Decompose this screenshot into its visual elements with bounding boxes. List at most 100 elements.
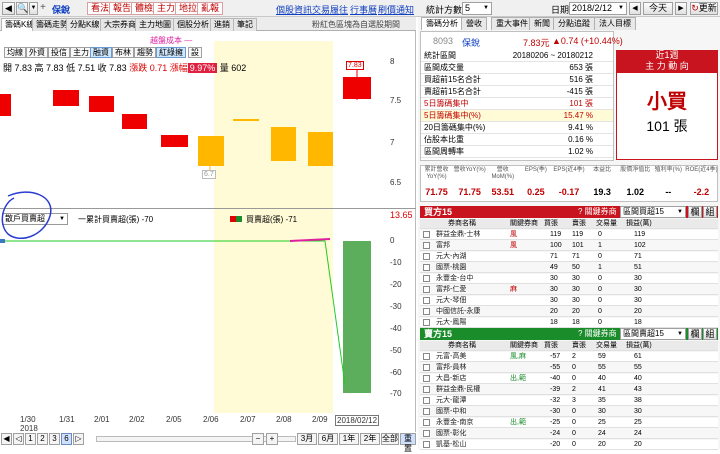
cell-value: 35 [598,397,606,404]
table-row[interactable]: 永豐金-南京 出,範 -25 0 25 25 [420,418,718,428]
row-checkbox[interactable] [423,231,430,238]
tab-block-broker[interactable]: 大宗券商 [100,18,140,31]
tab-chip-analysis[interactable]: 籌碼分析 [421,17,463,30]
today-button[interactable]: 今天 [643,2,673,15]
trend-button[interactable]: 趨勢 [134,47,156,58]
table-row[interactable]: 元大-琴佃 30 30 0 30 [420,296,718,306]
settings-button[interactable]: 設 [188,47,202,58]
table-row[interactable]: 國票-彰化 -24 0 24 24 [420,429,718,439]
page-1-button[interactable]: 1 [25,433,36,445]
tab-branch-track[interactable]: 分點追蹤 [553,17,595,30]
table-row[interactable]: 元大-龍潭 -32 3 35 38 [420,396,718,406]
tab-branch-kline[interactable]: 分點K線 [66,18,104,31]
date-tick: 2/02 [129,415,145,424]
row-checkbox[interactable] [423,297,430,304]
link-calendar[interactable]: 行事曆 [350,3,377,16]
date-select[interactable]: 2018/2/12 ▼ [569,2,627,15]
range-select[interactable]: 5 ▼ [462,2,492,15]
row-checkbox[interactable] [423,319,430,326]
link-price-alert[interactable]: 刷價通知 [378,3,414,16]
link-trade-history[interactable]: 交易履往 [312,3,348,16]
trust-button[interactable]: 投信 [48,47,70,58]
tab-main-map[interactable]: 主力地圖 [135,18,175,31]
period-2y-button[interactable]: 2年 [360,433,380,445]
broker-name: 富邦-仁愛 [436,286,467,293]
row-checkbox[interactable] [423,253,430,260]
bollinger-button[interactable]: 布林 [112,47,134,58]
row-checkbox[interactable] [423,364,430,371]
tab-stock-analysis[interactable]: 個股分析 [173,18,213,31]
period-6m-button[interactable]: 6月 [318,433,338,445]
chevron-down-icon[interactable]: ▼ [29,2,38,15]
page-6-button[interactable]: 6 [61,433,72,445]
foreign-button[interactable]: 外資 [26,47,48,58]
row-checkbox[interactable] [423,353,430,360]
table-row[interactable]: 富邦 風 100 101 1 102 [420,241,718,251]
row-checkbox[interactable] [423,408,430,415]
main-button[interactable]: 主力 [70,47,92,58]
table-row[interactable]: 富邦-仁愛 麻 30 30 0 30 [420,285,718,295]
row-checkbox[interactable] [423,441,430,448]
sell-column-button[interactable]: 欄 [688,328,702,340]
row-checkbox[interactable] [423,275,430,282]
row-checkbox[interactable] [423,308,430,315]
lower-tick: -60 [390,368,402,377]
page-3-button[interactable]: 3 [49,433,60,445]
tab-revenue[interactable]: 營收 [461,17,487,30]
cell-value: -32 [550,397,561,404]
sell-group-button[interactable]: 組 [703,328,717,340]
zoom-in-button[interactable]: + [266,433,278,445]
tab-notes[interactable]: 筆記 [233,18,257,31]
table-row[interactable]: 群益金鼎-士林 風 119 119 0 119 [420,230,718,240]
table-row[interactable]: 中國信託-永康 20 20 0 20 [420,307,718,317]
row-checkbox[interactable] [423,419,430,426]
next-page-button[interactable]: ▷ [73,433,84,445]
buy-group-button[interactable]: 組 [703,206,717,218]
table-row[interactable]: 元大-鳳陽 18 18 0 18 [420,318,718,328]
table-row[interactable]: 元大-內湖 71 71 0 71 [420,252,718,262]
red-green-button[interactable]: 紅綠擁 [156,47,186,58]
table-row[interactable]: 元富-高美 風,麻 -57 2 59 61 [420,352,718,362]
tool-button[interactable]: 亂報 [197,2,224,15]
margin-button[interactable]: 融資 [90,47,112,58]
table-row[interactable]: 富邦-員林 -55 0 55 55 [420,363,718,373]
table-row[interactable]: 大昌-新店 出,範 -40 0 40 40 [420,374,718,384]
period-1y-button[interactable]: 1年 [339,433,359,445]
refresh-button[interactable]: ↻更新 [690,2,718,15]
date-tick: 2/01 [94,415,110,424]
tab-events[interactable]: 重大事件 [491,17,533,30]
buy-range-select[interactable]: 區間買超15 ▼ [620,206,686,218]
search-icon[interactable]: 🔍 [16,2,28,15]
tab-target[interactable]: 法人目標 [594,17,636,30]
link-stock-info[interactable]: 個股資訊 [276,3,312,16]
refresh-icon: ↻ [691,3,699,13]
zoom-out-button[interactable]: − [252,433,264,445]
first-page-button[interactable]: ◀ [1,433,12,445]
row-checkbox[interactable] [423,386,430,393]
page-2-button[interactable]: 2 [37,433,48,445]
table-row[interactable]: 國票-中和 -30 0 30 30 [420,407,718,417]
row-checkbox[interactable] [423,397,430,404]
table-row[interactable]: 永豐金-台中 30 30 0 30 [420,274,718,284]
table-row[interactable]: 群益金鼎-民權 -39 2 41 43 [420,385,718,395]
prev-page-button[interactable]: ◁ [13,433,24,445]
row-checkbox[interactable] [423,375,430,382]
row-checkbox[interactable] [423,286,430,293]
prev-date-button[interactable]: ◀ [629,2,641,15]
buy-column-button[interactable]: 欄 [688,206,702,218]
period-all-button[interactable]: 全部 [381,433,399,445]
back-icon[interactable]: ◀ [2,2,15,15]
reset-button[interactable]: 重置 [400,433,416,453]
plus-icon[interactable]: + [40,2,50,15]
row-checkbox[interactable] [423,242,430,249]
row-checkbox[interactable] [423,264,430,271]
tab-news[interactable]: 新聞 [529,17,555,30]
table-row[interactable]: 國票-桃園 49 50 1 51 [420,263,718,273]
row-checkbox[interactable] [423,430,430,437]
sell-hint: ? 關鍵券商 [578,329,617,338]
sell-range-select[interactable]: 區間賣超15 ▼ [620,328,686,340]
next-date-button[interactable]: ▶ [675,2,687,15]
period-3m-button[interactable]: 3月 [297,433,317,445]
ma-button[interactable]: 均線 [4,47,26,58]
tab-in-out[interactable]: 進銷 [210,18,234,31]
